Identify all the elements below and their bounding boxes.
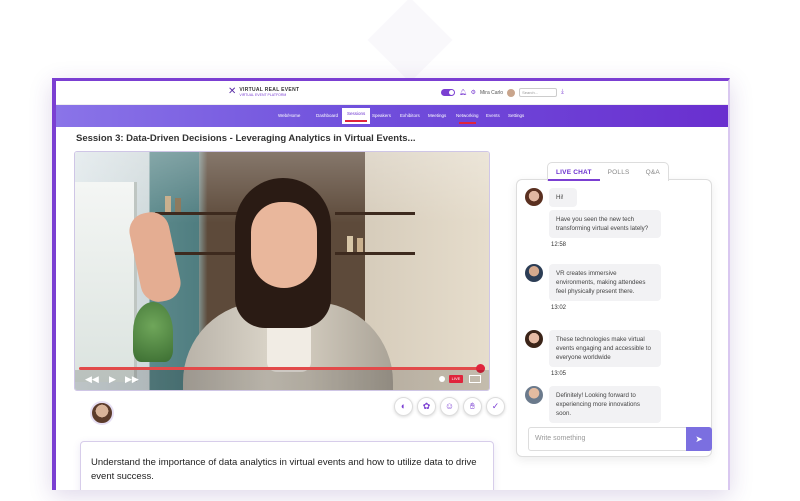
nav-item-settings[interactable]: Settings (508, 111, 524, 121)
search-input[interactable]: Search... (519, 88, 558, 97)
heart-reaction-icon[interactable]: ◐ (394, 397, 413, 416)
header-utilities: 🔔︎ ⚙ Mira Carlo Search... ⤓ (441, 88, 564, 97)
logo-icon: ✕ (228, 86, 237, 97)
video-plant-bg (133, 302, 173, 362)
nav-item-exhibitors[interactable]: Exhibitors (400, 111, 420, 121)
reaction-bar: ◐ ✿ ☺ ✋︎ ✓ (394, 397, 505, 416)
chat-message-body: These technologies make virtual events e… (549, 330, 661, 377)
tab-live-chat[interactable]: LIVE CHAT (548, 163, 600, 181)
nav-item-networking-label: Networking (456, 113, 479, 118)
check-reaction-icon[interactable]: ✓ (486, 397, 505, 416)
clap-reaction-icon[interactable]: ✋︎ (463, 397, 482, 416)
chat-message-body: Definitely! Looking forward to experienc… (549, 386, 661, 423)
chat-message-body: VR creates immersive environments, makin… (549, 264, 661, 311)
chat-message-body: Hi! Have you seen the new tech transform… (549, 188, 661, 248)
video-window-bg (75, 182, 137, 382)
shelf (155, 212, 245, 215)
chat-timestamp: 13:05 (551, 371, 567, 377)
chat-timestamp: 13:02 (551, 305, 567, 311)
notification-indicator (459, 122, 476, 124)
bell-icon[interactable]: 🔔︎ (459, 89, 467, 96)
chat-panel: LIVE CHAT POLLS Q&A Hi! Have you seen th… (516, 162, 712, 457)
chat-message: VR creates immersive environments, makin… (525, 264, 661, 311)
video-player[interactable]: ◀◀ ▶ ▶▶ LIVE (74, 151, 490, 391)
settings-icon[interactable]: ⚙ (471, 89, 476, 96)
chat-message: These technologies make virtual events e… (525, 330, 661, 377)
session-title: Session 3: Data-Driven Decisions - Lever… (76, 133, 416, 144)
download-icon[interactable]: ⤓ (561, 89, 564, 96)
chat-avatar (525, 330, 543, 348)
chat-input[interactable]: Write something (528, 427, 688, 451)
book (357, 238, 363, 252)
session-description: Understand the importance of data analyt… (91, 457, 477, 482)
top-header: ✕ VIRTUAL REAL EVENT VIRTUAL EVENT PLATF… (56, 81, 728, 105)
video-controls: ◀◀ ▶ ▶▶ LIVE (75, 370, 489, 390)
chat-avatar (525, 386, 543, 404)
fullscreen-icon[interactable] (469, 375, 481, 383)
user-avatar[interactable] (507, 88, 516, 97)
chat-timestamp: 12:58 (551, 242, 567, 248)
shelf (335, 212, 415, 215)
screen: ✕ VIRTUAL REAL EVENT VIRTUAL EVENT PLATF… (0, 0, 800, 501)
video-frame (75, 152, 489, 390)
nav-item-dashboard[interactable]: Dashboard (316, 111, 338, 121)
chat-bubble: VR creates immersive environments, makin… (549, 264, 661, 301)
book (175, 198, 181, 212)
book (347, 236, 353, 252)
chat-composer: Write something ➤ (528, 427, 712, 451)
live-badge: LIVE (449, 375, 463, 383)
session-description-card: Understand the importance of data analyt… (80, 441, 494, 490)
chat-avatar (525, 264, 543, 282)
presenter-face (251, 202, 317, 288)
theme-toggle[interactable] (441, 89, 455, 96)
smile-reaction-icon[interactable]: ☺ (440, 397, 459, 416)
logo-subtext: VIRTUAL EVENT PLATFORM (239, 93, 287, 97)
decorative-shape (367, 0, 453, 83)
nav-item-events[interactable]: Events (486, 111, 500, 121)
app-logo[interactable]: ✕ VIRTUAL REAL EVENT VIRTUAL EVENT PLATF… (228, 86, 299, 98)
send-button[interactable]: ➤ (686, 427, 712, 451)
volume-icon[interactable] (439, 376, 445, 382)
main-nav: Web/Home Dashboard Sessions Speakers Exh… (56, 105, 728, 127)
shelf (335, 252, 415, 255)
nav-item-home[interactable]: Web/Home (278, 111, 300, 121)
chat-bubble: Hi! (549, 188, 577, 207)
book (165, 196, 171, 212)
app-window: ✕ VIRTUAL REAL EVENT VIRTUAL EVENT PLATF… (52, 78, 730, 490)
nav-item-networking[interactable]: Networking (456, 111, 479, 124)
chat-bubble: Definitely! Looking forward to experienc… (549, 386, 661, 423)
chat-message: Definitely! Looking forward to experienc… (525, 386, 661, 423)
nav-item-meetings[interactable]: Meetings (428, 111, 446, 121)
nav-item-speakers[interactable]: Speakers (372, 111, 391, 121)
active-indicator (345, 120, 368, 122)
rewind-icon[interactable]: ◀◀ (85, 374, 99, 385)
chat-tabs: LIVE CHAT POLLS Q&A (547, 162, 669, 181)
chat-avatar (525, 188, 543, 206)
nav-item-sessions-label: Sessions (347, 111, 366, 116)
play-icon[interactable]: ▶ (109, 374, 116, 385)
presenter-avatar[interactable] (90, 401, 114, 425)
tab-polls[interactable]: POLLS (600, 163, 638, 181)
flower-reaction-icon[interactable]: ✿ (417, 397, 436, 416)
chat-message: Hi! Have you seen the new tech transform… (525, 188, 661, 248)
send-icon: ➤ (695, 434, 703, 444)
user-name[interactable]: Mira Carlo (480, 90, 503, 96)
nav-item-sessions[interactable]: Sessions (342, 108, 371, 124)
tab-qa[interactable]: Q&A (638, 163, 668, 181)
fast-forward-icon[interactable]: ▶▶ (125, 374, 139, 385)
chat-bubble: These technologies make virtual events e… (549, 330, 661, 367)
chat-bubble: Have you seen the new tech transforming … (549, 210, 661, 238)
